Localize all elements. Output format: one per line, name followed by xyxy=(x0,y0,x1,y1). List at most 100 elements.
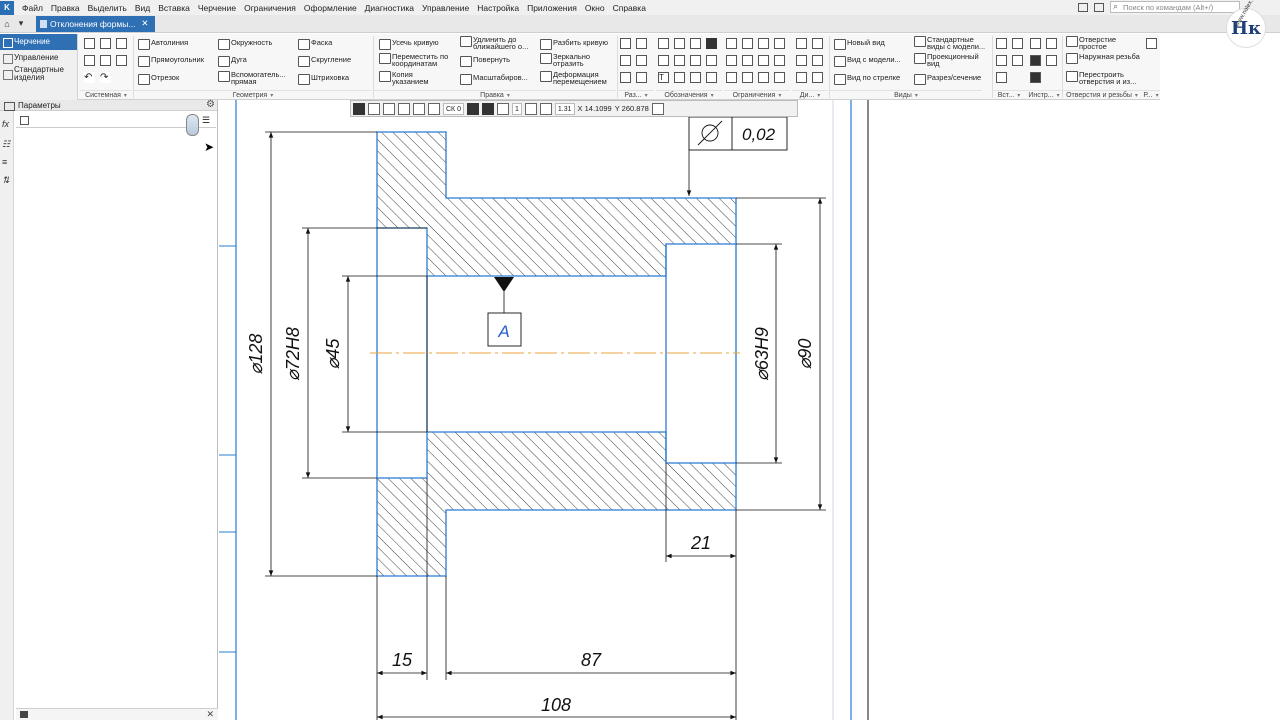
diag2-icon[interactable] xyxy=(812,38,823,49)
group-diag[interactable]: Ди... xyxy=(792,90,828,100)
sort-icon[interactable]: ⇅ xyxy=(2,175,10,186)
rectangle-button[interactable]: Прямоугольник xyxy=(138,56,204,67)
mark-icon[interactable] xyxy=(674,55,685,66)
leader-icon[interactable] xyxy=(674,38,685,49)
chamfer-button[interactable]: Фаска xyxy=(298,39,332,50)
segment-button[interactable]: Отрезок xyxy=(138,74,179,85)
rebuild-holes-button[interactable]: Перестроить отверстия и из... xyxy=(1066,71,1142,85)
drawing-canvas[interactable]: 0,02 А ⌀128 ⌀72H8 ⌀45 ⌀63H9 ⌀90 21 15 87… xyxy=(219,100,1280,720)
dim-d72h8[interactable]: ⌀72H8 xyxy=(283,327,303,381)
tolerance-form-icon[interactable] xyxy=(706,38,717,49)
open-icon[interactable] xyxy=(100,38,111,49)
dim-d128[interactable]: ⌀128 xyxy=(246,334,266,375)
angle-dim-icon[interactable] xyxy=(636,55,647,66)
position-icon[interactable] xyxy=(658,55,669,66)
dim-21[interactable]: 21 xyxy=(690,533,711,553)
layer-icon[interactable] xyxy=(496,102,509,115)
ext-thread-button[interactable]: Наружная резьба xyxy=(1066,53,1142,64)
constraint-symmetric-icon[interactable] xyxy=(774,72,785,83)
constraint-point-icon[interactable] xyxy=(774,55,785,66)
section-button[interactable]: Разрез/сечение xyxy=(914,74,981,85)
cs-icon[interactable] xyxy=(428,102,440,115)
snap-icon[interactable] xyxy=(353,102,365,115)
std-views-button[interactable]: Стандартные виды с модели... xyxy=(914,36,990,50)
camera-icon[interactable] xyxy=(1094,2,1104,12)
save-icon[interactable] xyxy=(116,38,127,49)
round-icon[interactable] xyxy=(368,102,380,115)
measure-icon[interactable] xyxy=(1146,38,1157,49)
zoom-scale-field[interactable]: 1.31 xyxy=(554,102,575,115)
cs-select[interactable]: СК 0 xyxy=(443,102,464,115)
gear-icon[interactable]: ⚙ xyxy=(206,99,215,110)
arrow-view-button[interactable]: Вид по стрелке xyxy=(834,74,900,85)
mode-drawing[interactable]: Черчение xyxy=(0,34,77,50)
preview-icon[interactable] xyxy=(100,55,111,66)
undo-icon[interactable]: ↶ xyxy=(84,72,95,83)
menu-file[interactable]: Файл xyxy=(18,3,47,13)
constraint-coincident-icon[interactable] xyxy=(742,72,753,83)
tool2-icon[interactable] xyxy=(1046,38,1057,49)
tab-menu-icon[interactable]: ▾ xyxy=(14,18,28,29)
fillet-button[interactable]: Скругление xyxy=(298,56,351,67)
dropper-icon[interactable] xyxy=(651,102,664,115)
mode-management[interactable]: Управление xyxy=(0,50,77,66)
dim-d90[interactable]: ⌀90 xyxy=(795,339,815,370)
snap-mode-icon[interactable] xyxy=(481,102,494,115)
weld-icon[interactable] xyxy=(706,55,717,66)
linear-dim-icon[interactable] xyxy=(620,38,631,49)
tree-icon[interactable]: ☷ xyxy=(2,139,10,150)
datum-symbol[interactable]: А xyxy=(487,277,522,347)
tool5-icon[interactable] xyxy=(1030,72,1041,83)
axis-icon[interactable] xyxy=(690,55,701,66)
ortho-mode-icon[interactable] xyxy=(466,102,479,115)
tab-close-icon[interactable]: ✕ xyxy=(141,18,148,29)
auto-dim-icon[interactable] xyxy=(636,72,647,83)
menu-diagnostics[interactable]: Диагностика xyxy=(361,3,418,13)
insert-frag-icon[interactable] xyxy=(1012,55,1023,66)
close-icon[interactable]: ✕ xyxy=(206,709,214,720)
new-doc-icon[interactable] xyxy=(84,38,95,49)
split-curve-button[interactable]: Разбить кривую xyxy=(540,39,608,50)
local-cs-icon[interactable] xyxy=(383,102,395,115)
diag3-icon[interactable] xyxy=(796,55,807,66)
menu-settings[interactable]: Настройка xyxy=(473,3,523,13)
app-logo-icon[interactable]: K xyxy=(0,0,14,15)
view-from-model-button[interactable]: Вид с модели... xyxy=(834,56,901,67)
group-edit[interactable]: Правка xyxy=(374,90,616,100)
insert-icon[interactable] xyxy=(996,38,1007,49)
constraint-tangent-icon[interactable] xyxy=(774,38,785,49)
save-all-icon[interactable] xyxy=(116,55,127,66)
dim-108[interactable]: 108 xyxy=(541,695,571,715)
diag4-icon[interactable] xyxy=(812,55,823,66)
mirror-button[interactable]: Зеркально отразить xyxy=(540,53,610,67)
radial-dim-icon[interactable] xyxy=(620,55,631,66)
diag-icon[interactable] xyxy=(796,38,807,49)
tool3-icon[interactable] xyxy=(1030,55,1041,66)
insert-image-icon[interactable] xyxy=(996,55,1007,66)
group-r[interactable]: Р... xyxy=(1142,90,1160,100)
insert-macro-icon[interactable] xyxy=(996,72,1007,83)
dim-15[interactable]: 15 xyxy=(392,650,413,670)
trim-curve-button[interactable]: Усечь кривую xyxy=(379,39,439,50)
group-designations[interactable]: Обозначения xyxy=(656,90,722,100)
object-icon[interactable] xyxy=(20,116,29,125)
scale-button[interactable]: Масштабиров... xyxy=(460,74,528,85)
base-icon[interactable] xyxy=(690,38,701,49)
insert2-icon[interactable] xyxy=(1012,38,1023,49)
group-insert[interactable]: Вст... xyxy=(992,90,1026,100)
window-layout-icon[interactable] xyxy=(1078,2,1088,12)
group-dims[interactable]: Раз... xyxy=(618,90,654,100)
diag6-icon[interactable] xyxy=(812,72,823,83)
dim-d63h9[interactable]: ⌀63H9 xyxy=(752,327,772,381)
diag5-icon[interactable] xyxy=(796,72,807,83)
menu-applications[interactable]: Приложения xyxy=(523,3,581,13)
arc-dim-icon[interactable] xyxy=(620,72,631,83)
menu-constraints[interactable]: Ограничения xyxy=(240,3,300,13)
group-tools[interactable]: Инстр... xyxy=(1026,90,1062,100)
print-icon[interactable] xyxy=(84,55,95,66)
tool-icon[interactable] xyxy=(1030,38,1041,49)
command-search-input[interactable]: Поиск по командам (Alt+/) xyxy=(1110,1,1240,13)
menu-management[interactable]: Управление xyxy=(418,3,473,13)
hatch-button[interactable]: Штриховка xyxy=(298,74,349,85)
circle-button[interactable]: Окружность xyxy=(218,39,272,50)
